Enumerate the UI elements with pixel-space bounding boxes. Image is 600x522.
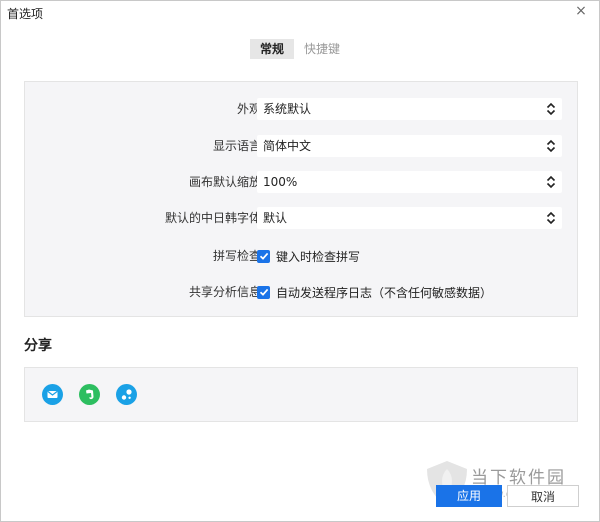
settings-panel: 外观: 系统默认 显示语言: 简体中文 画布默认缩放: 100% 默认的中日韩字… <box>24 81 578 317</box>
language-value: 简体中文 <box>263 139 312 153</box>
share-section-title: 分享 <box>24 338 52 354</box>
window-title: 首选项 <box>7 7 44 21</box>
apply-button[interactable]: 应用 <box>436 485 502 507</box>
tab-bar: 常规 快捷键 <box>1 39 599 59</box>
appearance-select[interactable]: 系统默认 <box>257 98 562 120</box>
analytics-checkbox[interactable]: 自动发送程序日志（不含任何敏感数据） <box>257 281 492 303</box>
updown-chevron-icon <box>546 175 556 189</box>
tab-shortcuts[interactable]: 快捷键 <box>294 39 350 59</box>
spellcheck-checkbox[interactable]: 键入时检查拼写 <box>257 245 360 267</box>
checkbox-checked[interactable] <box>257 285 270 299</box>
language-select[interactable]: 简体中文 <box>257 135 562 157</box>
zoom-select[interactable]: 100% <box>257 171 562 193</box>
zoom-row: 画布默认缩放: 100% <box>25 171 577 193</box>
updown-chevron-icon <box>546 139 556 153</box>
cjk-font-value: 默认 <box>263 211 288 225</box>
analytics-row: 共享分析信息: 自动发送程序日志（不含任何敏感数据） <box>25 281 577 303</box>
language-row: 显示语言: 简体中文 <box>25 135 577 157</box>
updown-chevron-icon <box>546 102 556 116</box>
checkbox-checked[interactable] <box>257 249 270 263</box>
cjk-font-row: 默认的中日韩字体: 默认 <box>25 207 577 229</box>
share-panel <box>24 367 578 422</box>
evernote-icon[interactable] <box>79 384 100 405</box>
spellcheck-option: 键入时检查拼写 <box>276 249 361 264</box>
close-button[interactable]: × <box>573 3 589 19</box>
cjk-font-select[interactable]: 默认 <box>257 207 562 229</box>
checkmark-icon <box>259 252 268 260</box>
zoom-label: 画布默认缩放: <box>188 175 265 189</box>
appearance-value: 系统默认 <box>263 102 312 116</box>
preferences-window: 首选项 × 常规 快捷键 外观: 系统默认 显示语言: 简体中文 画布默认缩放:… <box>0 0 600 522</box>
tab-general[interactable]: 常规 <box>249 39 294 59</box>
cjk-font-label: 默认的中日韩字体: <box>164 211 265 225</box>
spellcheck-row: 拼写检查: 键入时检查拼写 <box>25 245 577 267</box>
mail-icon[interactable] <box>42 384 63 405</box>
zoom-value: 100% <box>263 175 298 189</box>
cancel-button[interactable]: 取消 <box>507 485 579 507</box>
title-bar: 首选项 × <box>1 1 599 23</box>
analytics-option: 自动发送程序日志（不含任何敏感数据） <box>276 285 493 300</box>
analytics-label: 共享分析信息: <box>188 285 265 299</box>
updown-chevron-icon <box>546 211 556 225</box>
checkmark-icon <box>259 288 268 296</box>
appearance-row: 外观: 系统默认 <box>25 98 577 120</box>
share-link-icon[interactable] <box>116 384 137 405</box>
